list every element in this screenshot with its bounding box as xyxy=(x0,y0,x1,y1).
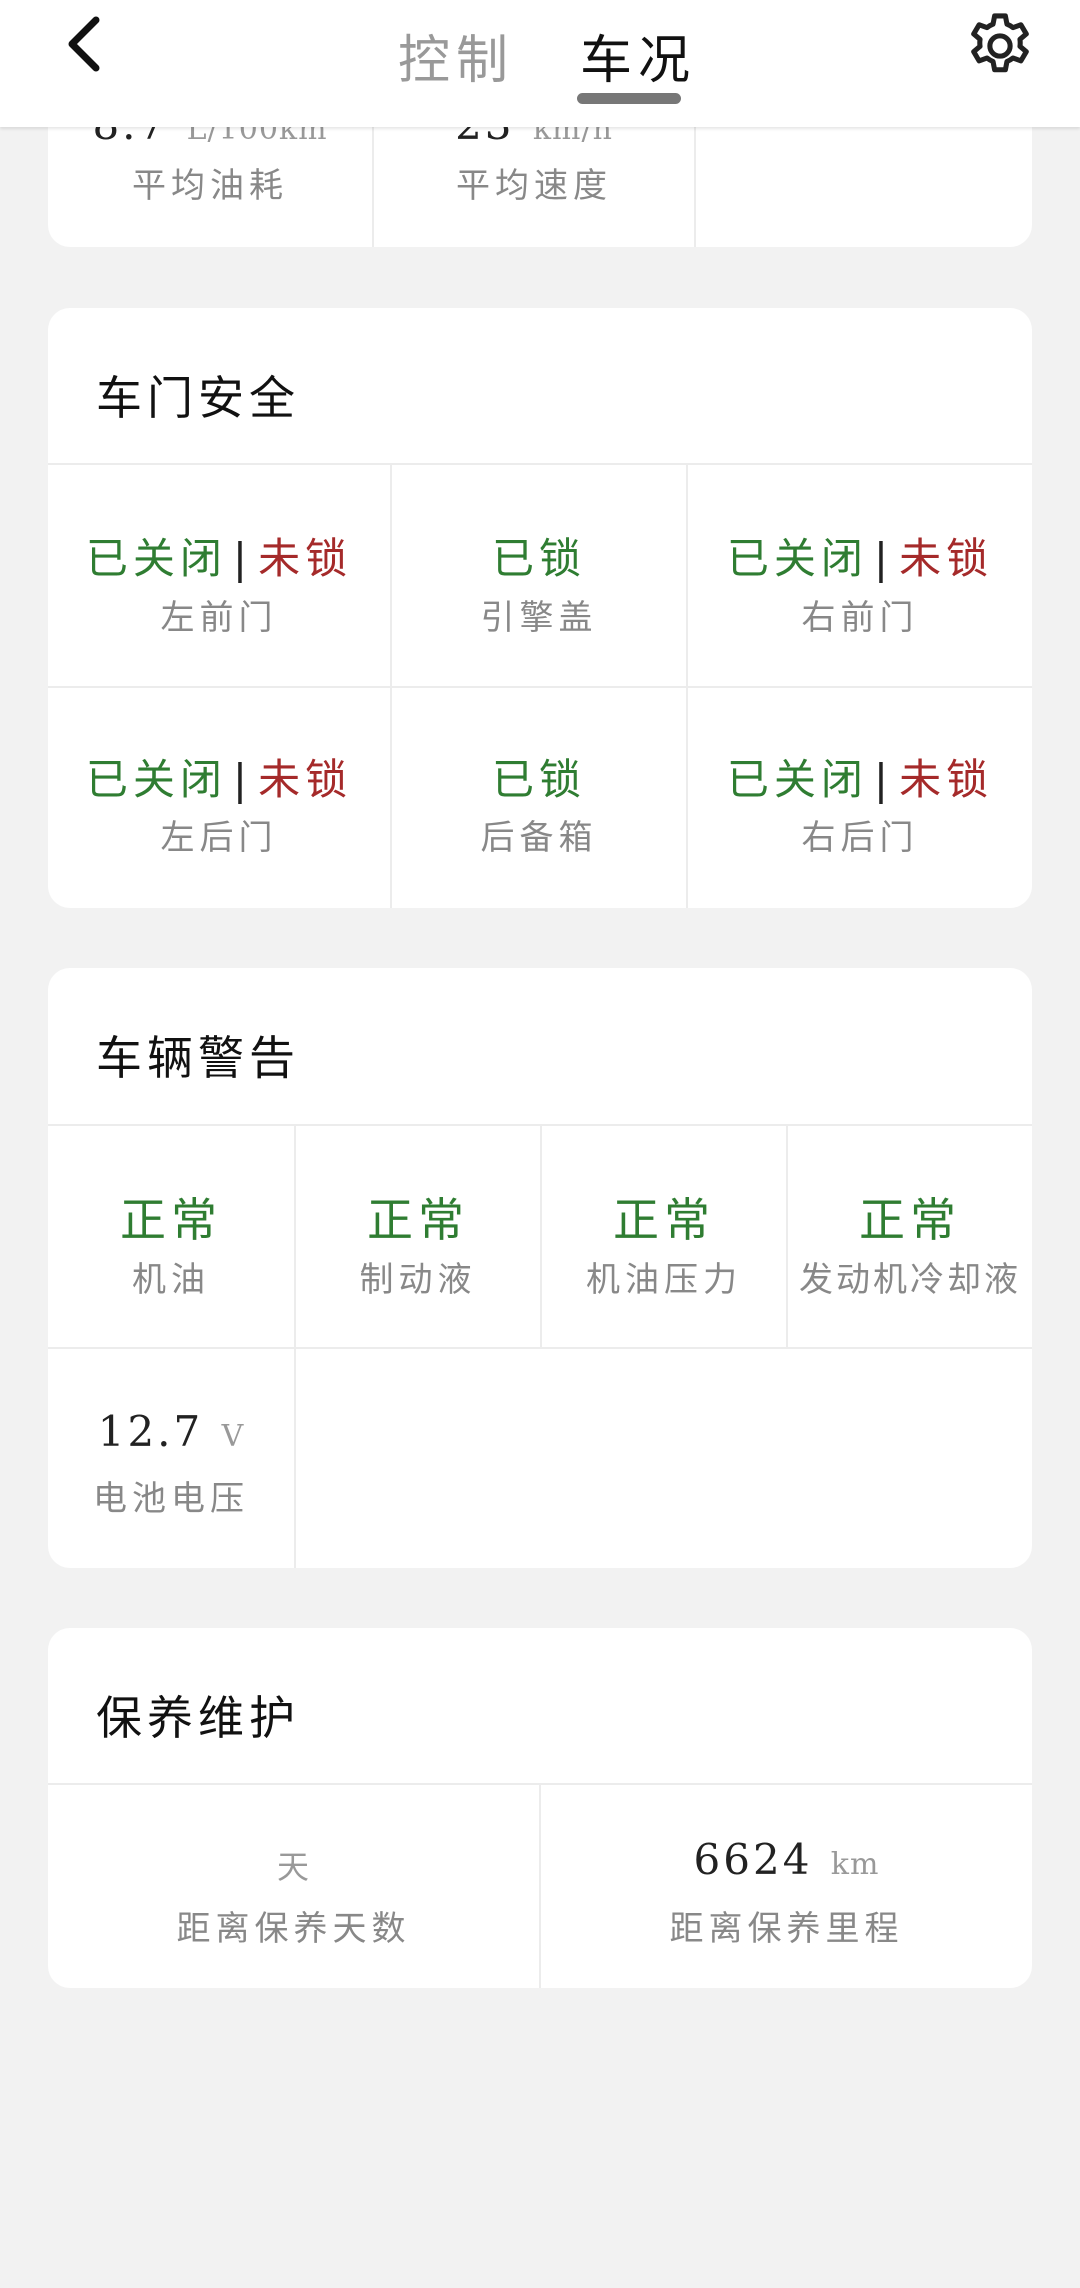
vehicle-warnings-card: 车辆警告 正常 机油 正常 制动液 正常 机油压力 正常 发动机冷却液 12.7… xyxy=(48,968,1032,1568)
warning-oil: 正常 机油 xyxy=(120,1193,222,1300)
gear-icon[interactable] xyxy=(962,8,1038,84)
warning-brake-fluid: 正常 制动液 xyxy=(359,1193,477,1300)
door-rear-left: 已关闭 | 未锁 左后门 xyxy=(85,755,353,858)
tab-vehicle-status[interactable]: 车况 xyxy=(580,18,696,93)
hood: 已锁 引擎盖 xyxy=(480,534,598,638)
door-front-left: 已关闭 | 未锁 左前门 xyxy=(85,534,353,638)
top-bar: 控制 车况 xyxy=(0,0,1080,127)
maintenance-card: 保养维护 天 距离保养天数 6624 km 距离保养里程 xyxy=(48,1628,1032,1988)
trunk: 已锁 后备箱 xyxy=(480,755,598,858)
tab-control[interactable]: 控制 xyxy=(398,18,514,93)
battery-voltage: 12.7 V 电池电压 xyxy=(93,1407,249,1519)
vehicle-warnings-title: 车辆警告 xyxy=(96,1031,300,1085)
door-front-right: 已关闭 | 未锁 右前门 xyxy=(726,534,994,638)
back-arrow-icon[interactable] xyxy=(58,14,118,74)
door-safety-card: 车门安全 已关闭 | 未锁 左前门 已锁 引擎盖 已关闭 | 未锁 右前门 已关闭 | 未锁… xyxy=(48,308,1032,908)
maintenance-title: 保养维护 xyxy=(96,1691,300,1745)
avg-fuel-label: 平均油耗 xyxy=(132,166,288,206)
warning-oil-pressure: 正常 机油压力 xyxy=(586,1193,742,1300)
warning-coolant: 正常 发动机冷却液 xyxy=(799,1193,1021,1300)
door-rear-right: 已关闭 | 未锁 右后门 xyxy=(726,755,994,858)
mileage-to-service: 6624 km 距离保养里程 xyxy=(669,1835,904,1949)
active-tab-indicator xyxy=(577,93,681,104)
avg-speed-label: 平均速度 xyxy=(456,166,612,206)
days-to-service: 天 距离保养天数 xyxy=(176,1848,411,1949)
door-safety-title: 车门安全 xyxy=(96,371,300,425)
